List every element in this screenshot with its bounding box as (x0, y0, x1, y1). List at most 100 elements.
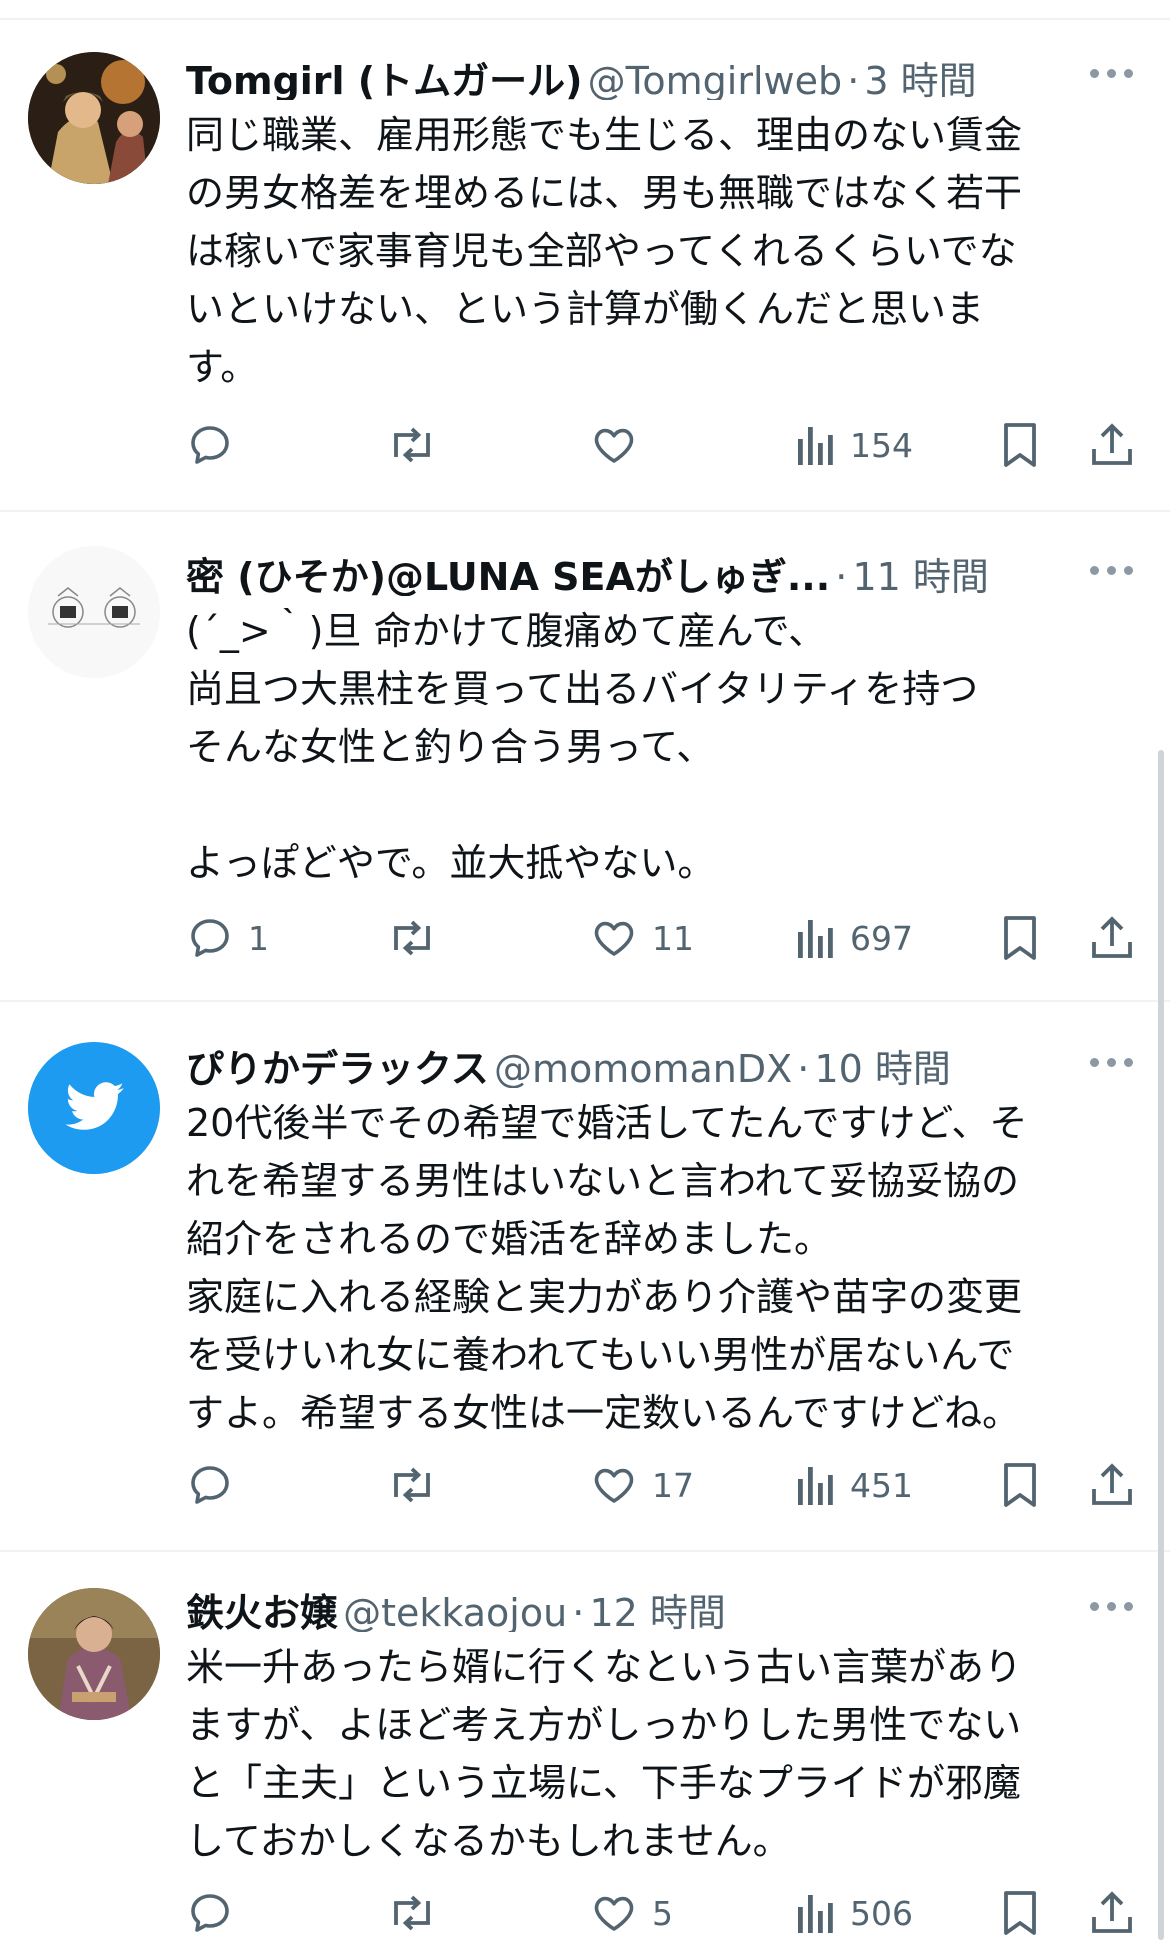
reply-icon (191, 1894, 229, 1932)
retweet-icon (394, 920, 430, 956)
bookmark-icon (1004, 1463, 1036, 1507)
views-chart-icon (798, 1467, 833, 1505)
avatar[interactable] (28, 1042, 160, 1174)
views-chart-icon (798, 920, 833, 958)
separator-dot: · (572, 1591, 585, 1632)
tweet-header: 密 (ひそか)@LUNA SEAがしゅぎ... · 11 時間 (186, 546, 1140, 596)
like-count: 5 (652, 1893, 673, 1933)
user-handle[interactable]: @tekkaojou (343, 1591, 567, 1632)
tweet-actions: 17 451 (0, 1455, 1170, 1515)
tweet-text: 同じ職業、雇用形態でも生じる、理由のない賃金 の男女格差を埋めるには、男も無職で… (186, 113, 1023, 389)
views-button[interactable]: 451 (796, 1455, 913, 1515)
bookmark-button[interactable] (1000, 908, 1040, 968)
separator-dot: · (797, 1047, 810, 1088)
share-button[interactable] (1090, 908, 1134, 968)
share-icon (1092, 1891, 1132, 1933)
display-name[interactable]: 密 (ひそか)@LUNA SEAがしゅぎ... (186, 555, 830, 596)
retweet-button[interactable] (386, 1455, 452, 1515)
kimono-photo-avatar-icon (28, 1588, 160, 1720)
tweet[interactable]: Tomgirl (トムガール) @Tomgirlweb · 3 時間 同じ職業、… (0, 0, 1170, 510)
tweet-actions: 154 (0, 415, 1170, 475)
reply-icon (191, 1466, 229, 1504)
twitter-bird-avatar-icon (28, 1042, 160, 1174)
share-button[interactable] (1090, 415, 1134, 475)
retweet-icon (394, 1895, 430, 1931)
timestamp[interactable]: 3 時間 (864, 59, 976, 100)
view-count: 697 (850, 918, 913, 958)
bookmark-icon (1004, 1891, 1036, 1935)
reply-button[interactable]: 1 (186, 908, 269, 968)
share-icon (1092, 1463, 1132, 1505)
heart-icon (594, 1468, 634, 1503)
heart-icon (594, 428, 634, 463)
avatar[interactable] (28, 1588, 160, 1720)
share-button[interactable] (1090, 1883, 1134, 1943)
avatar[interactable] (28, 546, 160, 678)
like-button[interactable]: 17 (590, 1455, 694, 1515)
tweet-header: 鉄火お嬢 @tekkaojou · 12 時間 (186, 1582, 1140, 1632)
reply-button[interactable] (186, 1883, 248, 1943)
views-chart-icon (798, 427, 833, 465)
tweet-text: (´_>｀)旦 命かけて腹痛めて産んで、 尚且つ大黒柱を買って出るバイタリティを… (186, 609, 979, 885)
like-button[interactable]: 11 (590, 908, 694, 968)
views-chart-icon (798, 1895, 833, 1933)
separator-dot: · (835, 555, 848, 596)
retweet-button[interactable] (386, 415, 452, 475)
timestamp[interactable]: 10 時間 (814, 1047, 950, 1088)
heart-icon (594, 921, 634, 956)
view-count: 451 (850, 1465, 913, 1505)
view-count: 154 (850, 425, 913, 465)
tweet[interactable]: ぴりかデラックス @momomanDX · 10 時間 20代後半でその希望で婚… (0, 1002, 1170, 1550)
display-name[interactable]: 鉄火お嬢 (186, 1591, 338, 1632)
bookmark-button[interactable] (1000, 1455, 1040, 1515)
share-button[interactable] (1090, 1455, 1134, 1515)
scrollbar[interactable] (1158, 750, 1164, 1940)
illustration-avatar-icon (28, 546, 160, 678)
more-options-icon[interactable] (1090, 69, 1134, 81)
like-button[interactable]: 5 (590, 1883, 673, 1943)
tweet[interactable]: 鉄火お嬢 @tekkaojou · 12 時間 米一升あったら婿に行くなという古… (0, 1552, 1170, 1951)
more-options-icon[interactable] (1090, 566, 1134, 578)
more-options-icon[interactable] (1090, 1058, 1134, 1070)
retweet-button[interactable] (386, 1883, 452, 1943)
like-button[interactable] (590, 415, 652, 475)
tweet-header: Tomgirl (トムガール) @Tomgirlweb · 3 時間 (186, 50, 1140, 100)
bookmark-button[interactable] (1000, 415, 1040, 475)
like-count: 17 (652, 1465, 694, 1505)
user-handle[interactable]: @momomanDX (494, 1047, 792, 1088)
user-handle[interactable]: @Tomgirlweb (588, 59, 842, 100)
view-count: 506 (850, 1893, 913, 1933)
retweet-icon (394, 1467, 430, 1503)
tweet-actions: 5 506 (0, 1883, 1170, 1943)
retweet-button[interactable] (386, 908, 452, 968)
display-name[interactable]: ぴりかデラックス (186, 1047, 489, 1088)
tweet-text: 20代後半でその希望で婚活してたんですけど、そ れを希望する男性はいないと言われ… (186, 1101, 1028, 1435)
separator-dot: · (847, 59, 860, 100)
bookmark-button[interactable] (1000, 1883, 1040, 1943)
bookmark-icon (1004, 916, 1036, 960)
reply-button[interactable] (186, 415, 248, 475)
share-icon (1092, 423, 1132, 465)
tweet[interactable]: 密 (ひそか)@LUNA SEAがしゅぎ... · 11 時間 (´_>｀)旦 … (0, 512, 1170, 1000)
timestamp[interactable]: 12 時間 (589, 1591, 725, 1632)
reply-icon (191, 426, 229, 464)
heart-icon (594, 1896, 634, 1931)
bookmark-icon (1004, 423, 1036, 467)
views-button[interactable]: 506 (796, 1883, 913, 1943)
share-icon (1092, 916, 1132, 958)
tweet-actions: 1 11 697 (0, 908, 1170, 968)
like-count: 11 (652, 918, 694, 958)
views-button[interactable]: 697 (796, 908, 913, 968)
reply-icon (191, 919, 229, 957)
user-photo-avatar-icon (28, 52, 160, 184)
reply-button[interactable] (186, 1455, 248, 1515)
views-button[interactable]: 154 (796, 415, 913, 475)
timestamp[interactable]: 11 時間 (852, 555, 988, 596)
tweet-text: 米一升あったら婿に行くなという古い言葉があり ますが、よほど考え方がしっかりした… (186, 1645, 1023, 1863)
display-name[interactable]: Tomgirl (トムガール) (186, 59, 583, 100)
reply-count: 1 (248, 918, 269, 958)
avatar[interactable] (28, 52, 160, 184)
more-options-icon[interactable] (1090, 1602, 1134, 1614)
tweet-header: ぴりかデラックス @momomanDX · 10 時間 (186, 1038, 1140, 1088)
retweet-icon (394, 427, 430, 463)
